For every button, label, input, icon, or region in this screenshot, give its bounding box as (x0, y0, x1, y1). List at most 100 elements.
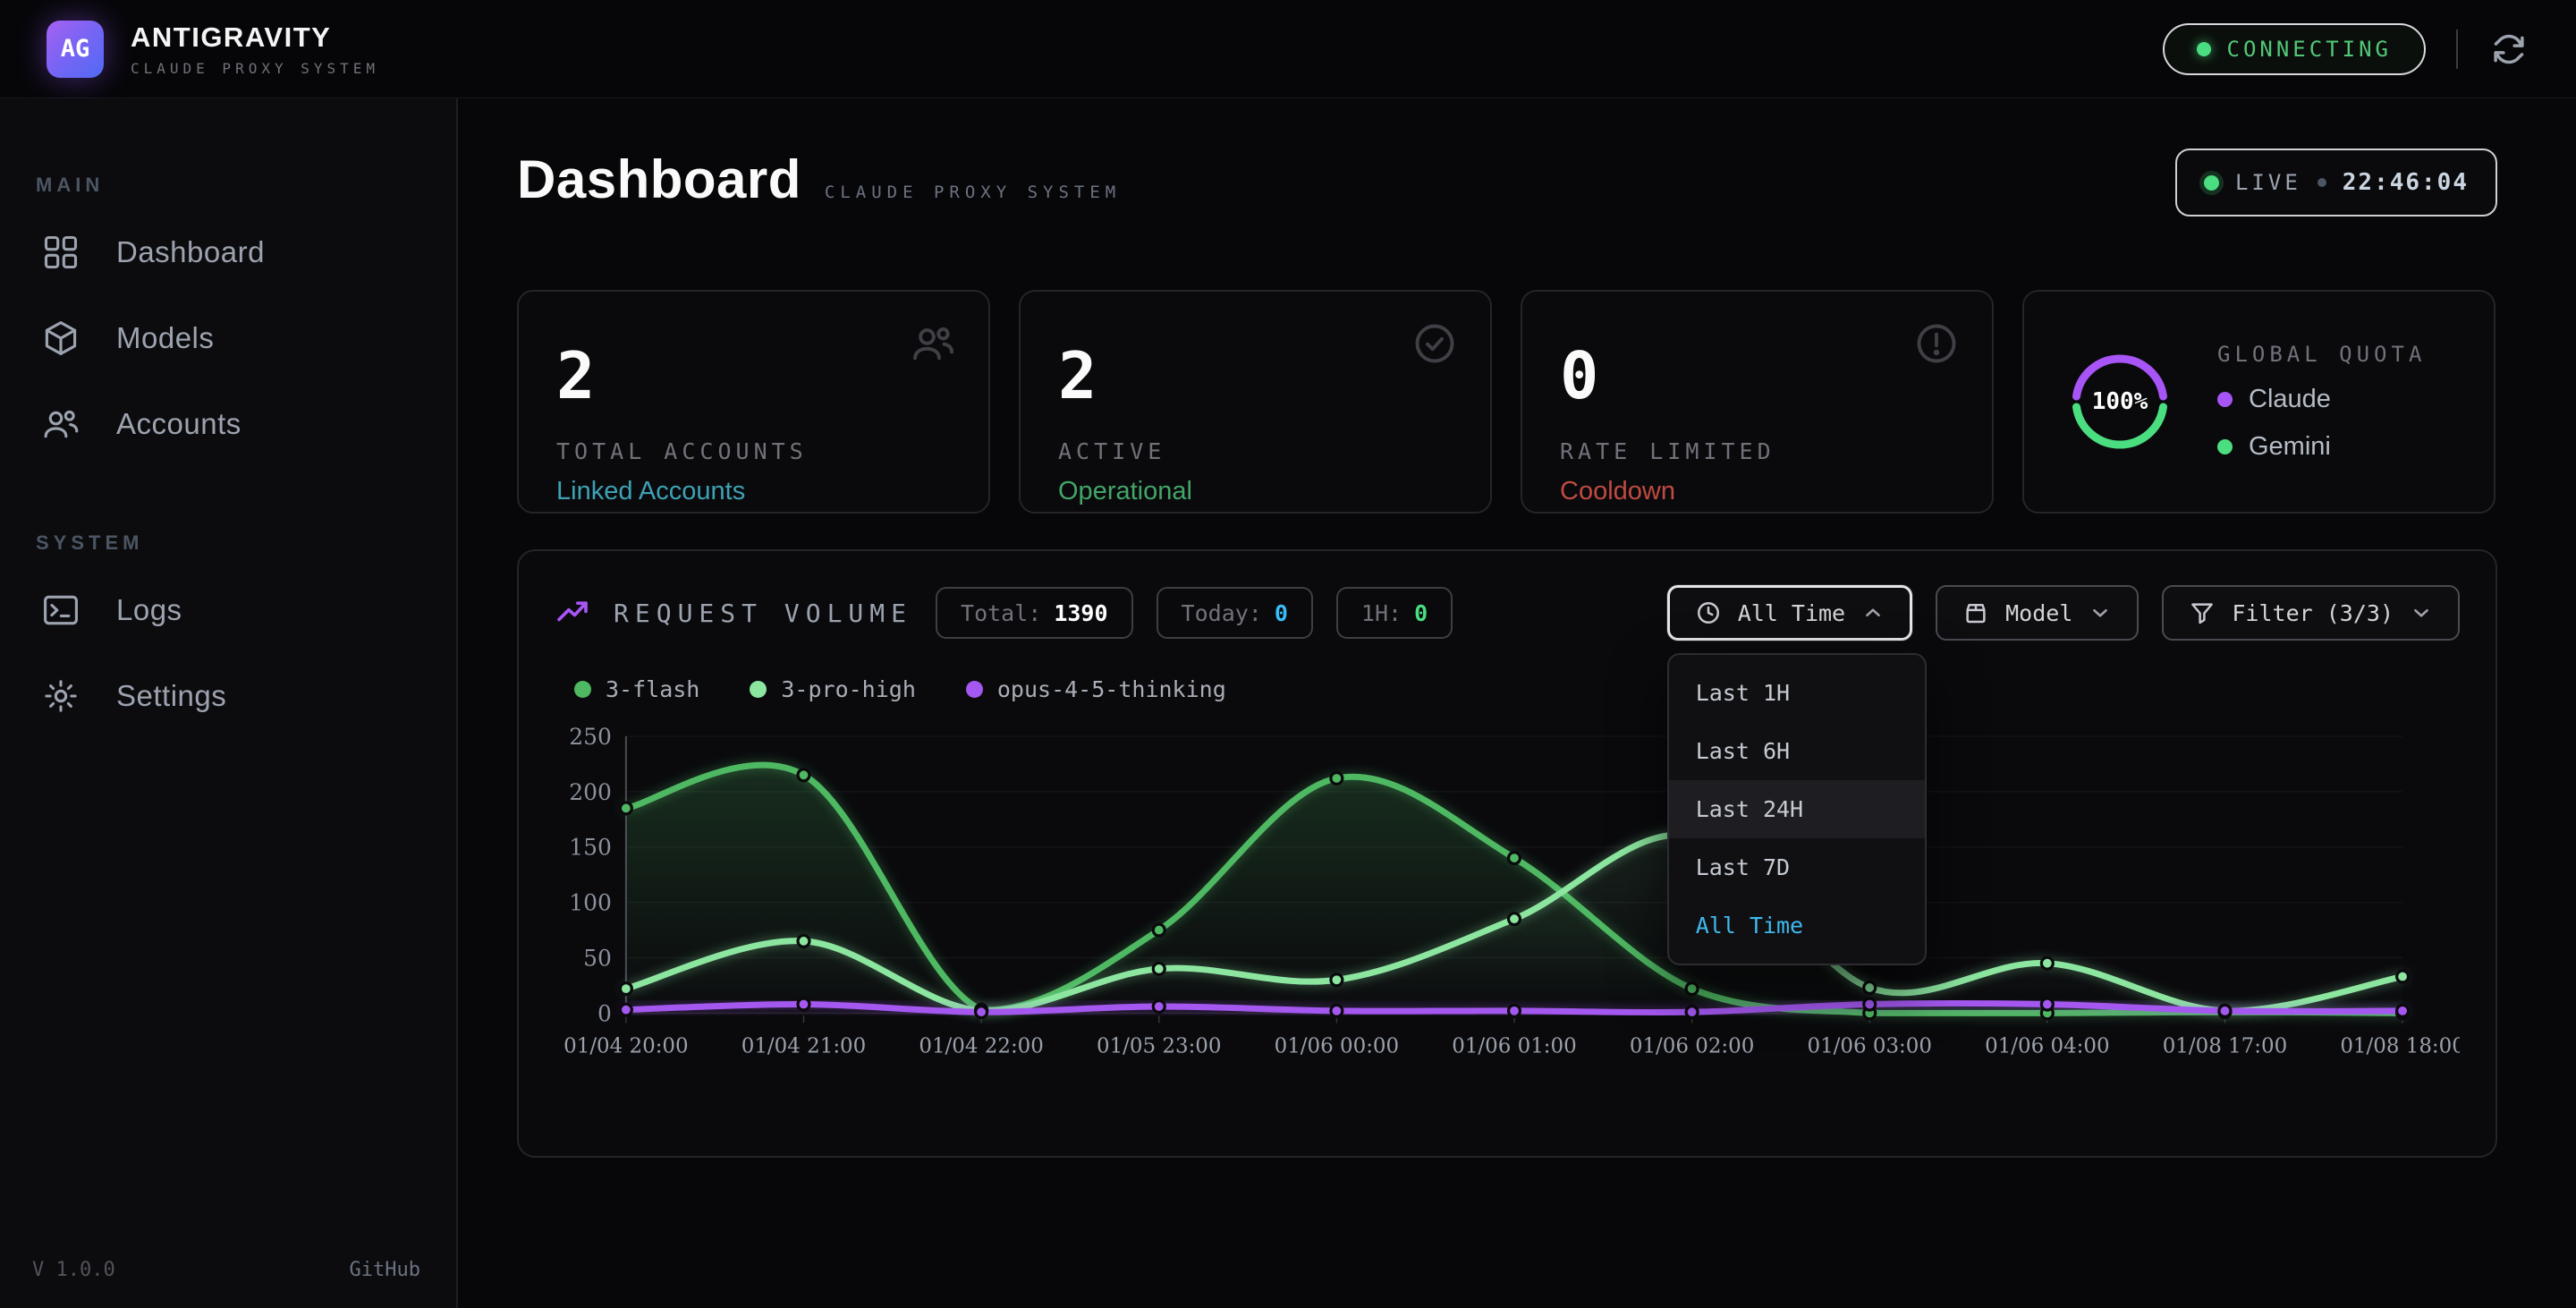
svg-text:01/06 04:00: 01/06 04:00 (1985, 1034, 2110, 1057)
active-card: 2 ACTIVE Operational (1019, 290, 1492, 514)
chevron-down-icon (2410, 601, 2433, 624)
refresh-icon (2490, 30, 2528, 68)
total-accounts-label: TOTAL ACCOUNTS (556, 438, 951, 464)
dropdown-option-last-6h[interactable]: Last 6H (1669, 722, 1925, 780)
sidebar-item-models[interactable]: Models (32, 295, 456, 381)
active-value: 2 (1058, 344, 1453, 408)
time-range-button[interactable]: All Time (1667, 585, 1912, 641)
total-pill-label: Total: (961, 600, 1041, 626)
svg-text:50: 50 (583, 945, 612, 971)
legend-item-opus-4-5-thinking[interactable]: opus-4-5-thinking (966, 676, 1226, 702)
sidebar-item-logs[interactable]: Logs (32, 567, 456, 653)
total-accounts-sub: Linked Accounts (556, 477, 951, 506)
panel-title: REQUEST VOLUME (614, 599, 912, 628)
rate-limited-sub: Cooldown (1560, 477, 1954, 506)
filter-button[interactable]: Filter (3/3) (2162, 585, 2460, 641)
today-pill-label: Today: (1182, 600, 1262, 626)
gemini-dot-icon (2217, 439, 2233, 454)
app-name: ANTIGRAVITY (131, 21, 379, 54)
live-clock: 22:46:04 (2343, 169, 2469, 196)
live-status-badge: LIVE 22:46:04 (2175, 149, 2497, 217)
hour-requests-pill: 1H: 0 (1336, 587, 1453, 639)
sidebar: MAINDashboardModelsAccountsSYSTEMLogsSet… (0, 98, 458, 1308)
trending-up-icon (555, 595, 590, 631)
main-content: Dashboard CLAUDE PROXY SYSTEM LIVE 22:46… (458, 98, 2576, 1308)
funnel-icon (2189, 599, 2216, 626)
dropdown-option-last-24h[interactable]: Last 24H (1669, 780, 1925, 838)
legend-item-3-pro-high[interactable]: 3-pro-high (750, 676, 916, 702)
claude-legend-label: Claude (2249, 385, 2331, 414)
page-subtitle: CLAUDE PROXY SYSTEM (825, 183, 1121, 202)
legend-label: 3-pro-high (781, 676, 916, 702)
filter-label: Filter (3/3) (2232, 600, 2394, 626)
today-requests-pill: Today: 0 (1157, 587, 1313, 639)
live-label: LIVE (2235, 170, 2301, 195)
connection-status-dot-icon (2197, 42, 2211, 56)
svg-text:250: 250 (569, 724, 612, 750)
quota-donut: 100% (2062, 344, 2178, 460)
svg-text:01/06 03:00: 01/06 03:00 (1807, 1034, 1932, 1057)
app-logo: AG (47, 21, 104, 78)
quota-legend-claude: Claude (2217, 385, 2426, 414)
total-accounts-value: 2 (556, 344, 951, 408)
active-label: ACTIVE (1058, 438, 1453, 464)
svg-text:200: 200 (569, 779, 612, 805)
svg-text:01/06 02:00: 01/06 02:00 (1630, 1034, 1755, 1057)
svg-text:01/06 00:00: 01/06 00:00 (1275, 1034, 1400, 1057)
sidebar-item-label: Settings (116, 679, 226, 713)
check-circle-icon (1411, 320, 1458, 367)
legend-item-3-flash[interactable]: 3-flash (574, 676, 699, 702)
total-requests-pill: Total: 1390 (936, 587, 1133, 639)
sidebar-item-settings[interactable]: Settings (32, 653, 456, 739)
users-icon (910, 320, 956, 367)
dropdown-option-all-time[interactable]: All Time (1669, 896, 1925, 955)
gear-icon (41, 676, 80, 716)
top-bar: AG ANTIGRAVITY CLAUDE PROXY SYSTEM CONNE… (0, 0, 2576, 98)
quota-title: GLOBAL QUOTA (2217, 342, 2426, 367)
clock-icon (1695, 599, 1722, 626)
claude-dot-icon (2217, 392, 2233, 407)
connection-status-text: CONNECTING (2227, 37, 2393, 62)
sidebar-item-label: Dashboard (116, 235, 265, 269)
rate-limited-card: 0 RATE LIMITED Cooldown (1521, 290, 1994, 514)
svg-text:01/04 21:00: 01/04 21:00 (741, 1034, 867, 1057)
separator-dot-icon (2318, 178, 2326, 187)
model-filter-button[interactable]: Model (1936, 585, 2139, 641)
github-link[interactable]: GitHub (350, 1259, 420, 1281)
request-volume-panel: REQUEST VOLUME Total: 1390 Today: 0 1H: … (517, 549, 2497, 1158)
svg-text:100: 100 (569, 890, 612, 916)
request-volume-chart: 05010015020025001/04 20:0001/04 21:0001/… (555, 717, 2460, 1075)
rate-limited-value: 0 (1560, 344, 1954, 408)
total-pill-value: 1390 (1054, 600, 1107, 626)
refresh-button[interactable] (2488, 29, 2529, 70)
time-range-dropdown: Last 1HLast 6HLast 24HLast 7DAll Time (1667, 653, 1927, 965)
box-icon (1962, 599, 1989, 626)
line-chart-svg: 05010015020025001/04 20:0001/04 21:0001/… (555, 717, 2460, 1075)
live-dot-icon (2204, 175, 2219, 191)
terminal-icon (41, 590, 80, 630)
svg-text:01/05 23:00: 01/05 23:00 (1097, 1034, 1222, 1057)
dropdown-option-last-7d[interactable]: Last 7D (1669, 838, 1925, 896)
brand-block: ANTIGRAVITY CLAUDE PROXY SYSTEM (131, 21, 379, 77)
chevron-up-icon (1861, 601, 1885, 624)
svg-text:01/06 01:00: 01/06 01:00 (1452, 1034, 1577, 1057)
quota-legend-gemini: Gemini (2217, 432, 2426, 462)
svg-text:01/04 20:00: 01/04 20:00 (564, 1034, 689, 1057)
svg-text:150: 150 (569, 835, 612, 861)
dropdown-option-last-1h[interactable]: Last 1H (1669, 664, 1925, 722)
model-filter-label: Model (2005, 600, 2072, 626)
legend-label: 3-flash (606, 676, 699, 702)
chart-legend: 3-flash 3-pro-high opus-4-5-thinking (555, 676, 2460, 702)
legend-label: opus-4-5-thinking (997, 676, 1226, 702)
connection-status-badge: CONNECTING (2163, 23, 2427, 75)
sidebar-item-accounts[interactable]: Accounts (32, 381, 456, 467)
hour-pill-value: 0 (1414, 600, 1428, 626)
chevron-down-icon (2089, 601, 2112, 624)
alert-circle-icon (1913, 320, 1960, 367)
sidebar-item-label: Accounts (116, 407, 242, 441)
sidebar-item-dashboard[interactable]: Dashboard (32, 209, 456, 295)
rate-limited-label: RATE LIMITED (1560, 438, 1954, 464)
grid-icon (41, 233, 80, 272)
legend-dot-icon (966, 681, 983, 698)
sidebar-item-label: Models (116, 321, 214, 355)
